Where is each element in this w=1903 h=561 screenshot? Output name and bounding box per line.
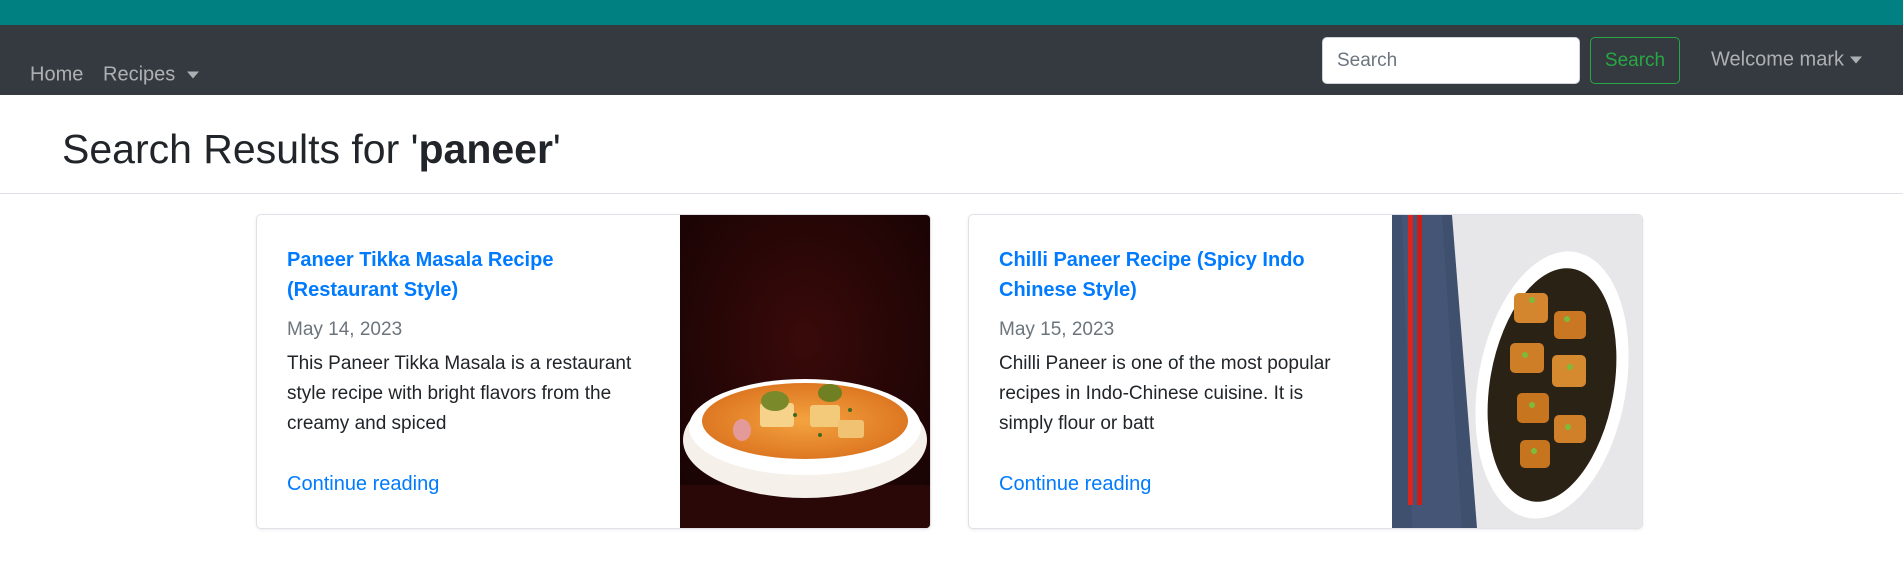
nav-home-link[interactable]: Home [30, 64, 83, 87]
nav-recipes-dropdown[interactable]: Recipes [103, 63, 200, 87]
card-title-link[interactable]: Chilli Paneer Recipe (Spicy Indo Chinese … [999, 245, 1369, 305]
user-menu-dropdown[interactable]: Welcome mark [1711, 49, 1862, 72]
card-date: May 15, 2023 [999, 319, 1115, 340]
result-card: Paneer Tikka Masala Recipe (Restaurant St… [256, 214, 931, 529]
search-input[interactable] [1322, 37, 1580, 84]
paneer-tikka-masala-image [680, 215, 930, 528]
search-button[interactable]: Search [1590, 37, 1680, 84]
search-query: paneer [418, 126, 553, 172]
card-date: May 14, 2023 [287, 319, 403, 340]
card-body: Paneer Tikka Masala Recipe (Restaurant St… [287, 245, 657, 439]
card-excerpt: This Paneer Tikka Masala is a restaurant… [287, 353, 632, 434]
continue-reading-link[interactable]: Continue reading [999, 473, 1151, 496]
user-menu-label: Welcome mark [1711, 48, 1844, 71]
card-title-link[interactable]: Paneer Tikka Masala Recipe (Restaurant St… [287, 245, 657, 305]
continue-reading-link[interactable]: Continue reading [287, 473, 439, 496]
page-header: Search Results for 'paneer' [0, 95, 1903, 194]
top-accent-bar [0, 0, 1903, 25]
card-excerpt: Chilli Paneer is one of the most popular… [999, 353, 1331, 434]
page-title: Search Results for 'paneer' [62, 126, 561, 172]
nav-recipes-label: Recipes [103, 63, 176, 86]
result-card: Chilli Paneer Recipe (Spicy Indo Chinese … [968, 214, 1643, 529]
chevron-down-icon [1850, 56, 1862, 64]
chevron-down-icon [187, 71, 200, 79]
chilli-paneer-image [1392, 215, 1642, 528]
card-body: Chilli Paneer Recipe (Spicy Indo Chinese … [999, 245, 1369, 439]
